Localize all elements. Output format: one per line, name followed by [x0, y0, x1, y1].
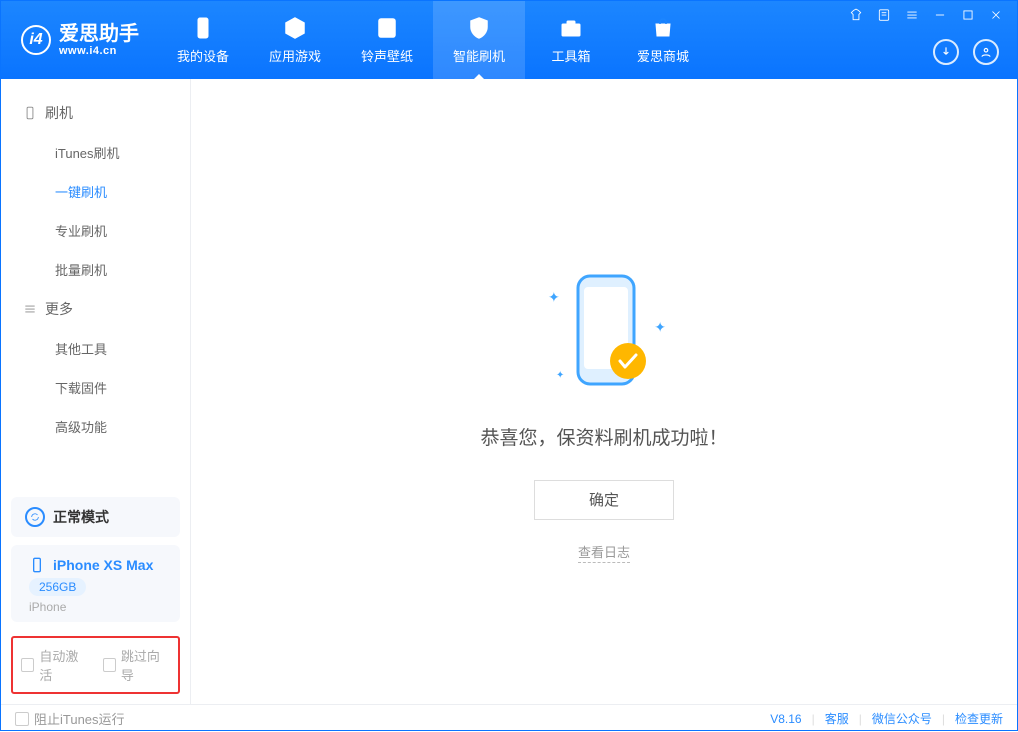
- sparkle-icon: ✦: [548, 289, 560, 306]
- nav-apps-games[interactable]: 应用游戏: [249, 1, 341, 79]
- device-name: iPhone XS Max: [53, 557, 153, 573]
- sparkle-icon: ✦: [556, 370, 564, 381]
- confirm-button[interactable]: 确定: [534, 480, 674, 520]
- nav-toolbox[interactable]: 工具箱: [525, 1, 617, 79]
- success-illustration: ✦ ✦ ✦: [534, 261, 674, 401]
- checkbox-icon: [21, 658, 34, 672]
- user-button[interactable]: [973, 39, 999, 65]
- sidebar-item-itunes-flash[interactable]: iTunes刷机: [1, 133, 190, 172]
- logo-icon: i4: [21, 25, 51, 55]
- device-type: iPhone: [29, 600, 162, 614]
- checkbox-icon: [15, 712, 29, 726]
- logo[interactable]: i4 爱思助手 www.i4.cn: [1, 1, 157, 79]
- view-log-link[interactable]: 查看日志: [578, 542, 630, 563]
- main-content: ✦ ✦ ✦ 恭喜您，保资料刷机成功啦！ 确定 查看日志: [191, 79, 1017, 704]
- sync-icon: [25, 507, 45, 527]
- device-info-block[interactable]: iPhone XS Max 256GB iPhone: [11, 545, 180, 622]
- checkbox-auto-activate[interactable]: 自动激活: [21, 646, 89, 684]
- header-actions: [933, 39, 999, 65]
- device-capacity: 256GB: [29, 578, 86, 596]
- success-message: 恭喜您，保资料刷机成功啦！: [480, 423, 727, 450]
- toolbox-icon: [559, 16, 583, 40]
- nav-my-device[interactable]: 我的设备: [157, 1, 249, 79]
- minimize-button[interactable]: [929, 7, 951, 23]
- checkbox-block-itunes[interactable]: 阻止iTunes运行: [15, 709, 125, 728]
- app-title: 爱思助手: [59, 23, 139, 45]
- close-button[interactable]: [985, 7, 1007, 23]
- maximize-button[interactable]: [957, 7, 979, 23]
- bag-icon: [651, 16, 675, 40]
- window-controls: [845, 7, 1007, 23]
- sidebar-section-flash: 刷机: [1, 93, 190, 133]
- sidebar-item-other-tools[interactable]: 其他工具: [1, 329, 190, 368]
- feedback-icon[interactable]: [873, 7, 895, 23]
- device-mode-block[interactable]: 正常模式: [11, 497, 180, 537]
- wechat-link[interactable]: 微信公众号: [872, 710, 932, 727]
- sidebar-section-more: 更多: [1, 289, 190, 329]
- device-mode: 正常模式: [53, 507, 109, 527]
- download-button[interactable]: [933, 39, 959, 65]
- footer: 阻止iTunes运行 V8.16 | 客服 | 微信公众号 | 检查更新: [1, 704, 1017, 732]
- nav-store[interactable]: 爱思商城: [617, 1, 709, 79]
- sparkle-icon: ✦: [654, 319, 666, 336]
- checkbox-skip-guide[interactable]: 跳过向导: [103, 646, 171, 684]
- support-link[interactable]: 客服: [825, 710, 849, 727]
- sidebar: 刷机 iTunes刷机 一键刷机 专业刷机 批量刷机 更多 其他工具 下载固件 …: [1, 79, 191, 704]
- device-phone-icon: [29, 557, 45, 573]
- main-nav: 我的设备 应用游戏 铃声壁纸 智能刷机 工具箱: [157, 1, 709, 79]
- sidebar-item-pro-flash[interactable]: 专业刷机: [1, 211, 190, 250]
- cube-icon: [283, 16, 307, 40]
- phone-icon: [191, 16, 215, 40]
- sidebar-item-batch-flash[interactable]: 批量刷机: [1, 250, 190, 289]
- nav-smart-flash[interactable]: 智能刷机: [433, 1, 525, 79]
- app-subtitle: www.i4.cn: [59, 45, 139, 57]
- sidebar-item-advanced[interactable]: 高级功能: [1, 407, 190, 446]
- sidebar-item-download-firmware[interactable]: 下载固件: [1, 368, 190, 407]
- checkbox-icon: [103, 658, 116, 672]
- music-icon: [375, 16, 399, 40]
- check-update-link[interactable]: 检查更新: [955, 710, 1003, 727]
- header: i4 爱思助手 www.i4.cn 我的设备 应用游戏 铃声壁纸: [1, 1, 1017, 79]
- shield-sync-icon: [467, 16, 491, 40]
- skin-icon[interactable]: [845, 7, 867, 23]
- nav-ringtone-wallpaper[interactable]: 铃声壁纸: [341, 1, 433, 79]
- phone-outline-icon: [23, 106, 37, 120]
- menu-icon[interactable]: [901, 7, 923, 23]
- sidebar-item-oneclick-flash[interactable]: 一键刷机: [1, 172, 190, 211]
- flash-options-highlight: 自动激活 跳过向导: [11, 636, 180, 694]
- version-label: V8.16: [770, 712, 801, 726]
- list-icon: [23, 302, 37, 316]
